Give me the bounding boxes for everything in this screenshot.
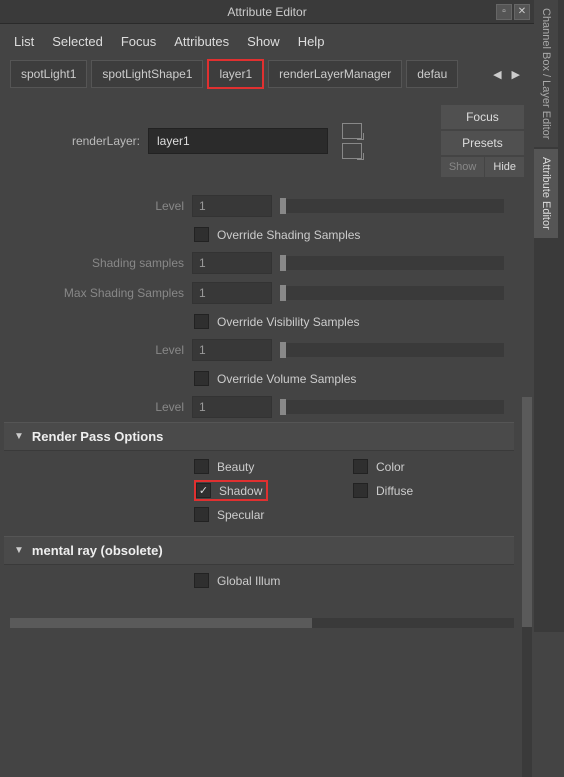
level2-input[interactable] (192, 339, 272, 361)
render-pass-section[interactable]: ▼ Render Pass Options (4, 422, 514, 451)
menu-help[interactable]: Help (298, 34, 325, 49)
tab-layer1[interactable]: layer1 (207, 59, 264, 89)
override-volume-checkbox[interactable] (194, 371, 209, 386)
horizontal-scrollbar[interactable] (10, 618, 514, 628)
layer-row: renderLayer: Focus Presets Show Hide (0, 89, 534, 187)
tab-default[interactable]: defau (406, 60, 458, 88)
tab-next-icon[interactable]: ▶ (508, 66, 524, 83)
max-shading-slider[interactable] (280, 286, 504, 300)
shading-samples-slider[interactable] (280, 256, 504, 270)
tab-spotlight1[interactable]: spotLight1 (10, 60, 87, 88)
level3-input[interactable] (192, 396, 272, 418)
color-label: Color (376, 460, 405, 474)
presets-button[interactable]: Presets (441, 131, 524, 155)
shadow-label: Shadow (219, 484, 262, 498)
window-title: Attribute Editor (227, 5, 306, 19)
specular-checkbox[interactable] (194, 507, 209, 522)
shading-samples-input[interactable] (192, 252, 272, 274)
global-illum-label: Global Illum (217, 574, 280, 588)
attributes-panel: Level Override Shading Samples Shading s… (0, 187, 518, 606)
override-volume-label: Override Volume Samples (217, 372, 356, 386)
layer-label: renderLayer: (10, 134, 140, 148)
beauty-checkbox[interactable] (194, 459, 209, 474)
override-visibility-checkbox[interactable] (194, 314, 209, 329)
level3-slider[interactable] (280, 400, 504, 414)
chevron-down-icon: ▼ (14, 431, 24, 442)
vertical-scrollbar[interactable] (522, 397, 532, 777)
chevron-down-icon: ▼ (14, 545, 24, 556)
side-tab-channel-box[interactable]: Channel Box / Layer Editor (534, 0, 558, 147)
override-visibility-label: Override Visibility Samples (217, 315, 360, 329)
side-tab-attribute-editor[interactable]: Attribute Editor (534, 149, 558, 238)
max-shading-label: Max Shading Samples (14, 286, 184, 300)
level3-label: Level (14, 400, 184, 414)
menu-show[interactable]: Show (247, 34, 280, 49)
layer-name-input[interactable] (148, 128, 328, 154)
close-icon[interactable]: ✕ (514, 4, 530, 20)
menu-bar: List Selected Focus Attributes Show Help (0, 24, 534, 59)
level2-slider[interactable] (280, 343, 504, 357)
override-shading-label: Override Shading Samples (217, 228, 360, 242)
menu-attributes[interactable]: Attributes (174, 34, 229, 49)
global-illum-checkbox[interactable] (194, 573, 209, 588)
beauty-label: Beauty (217, 460, 254, 474)
tab-bar: spotLight1 spotLightShape1 layer1 render… (0, 59, 534, 89)
tab-spotlightshape1[interactable]: spotLightShape1 (91, 60, 203, 88)
show-button[interactable]: Show (441, 157, 485, 177)
tab-prev-icon[interactable]: ◀ (489, 66, 505, 83)
level-slider[interactable] (280, 199, 504, 213)
level2-label: Level (14, 343, 184, 357)
in-connection-icon[interactable] (342, 123, 362, 139)
tab-renderlayermanager[interactable]: renderLayerManager (268, 60, 402, 88)
shading-samples-label: Shading samples (14, 256, 184, 270)
menu-focus[interactable]: Focus (121, 34, 156, 49)
shadow-checkbox[interactable] (196, 483, 211, 498)
diffuse-label: Diffuse (376, 484, 413, 498)
out-connection-icon[interactable] (342, 143, 362, 159)
color-checkbox[interactable] (353, 459, 368, 474)
render-pass-title: Render Pass Options (32, 429, 163, 444)
menu-list[interactable]: List (14, 34, 34, 49)
diffuse-checkbox[interactable] (353, 483, 368, 498)
level-label: Level (14, 199, 184, 213)
level-input[interactable] (192, 195, 272, 217)
mental-ray-section[interactable]: ▼ mental ray (obsolete) (4, 536, 514, 565)
title-bar: Attribute Editor ▫ ✕ (0, 0, 534, 24)
mental-ray-title: mental ray (obsolete) (32, 543, 163, 558)
hide-button[interactable]: Hide (485, 157, 524, 177)
specular-label: Specular (217, 508, 264, 522)
focus-button[interactable]: Focus (441, 105, 524, 129)
menu-selected[interactable]: Selected (52, 34, 103, 49)
max-shading-input[interactable] (192, 282, 272, 304)
restore-icon[interactable]: ▫ (496, 4, 512, 20)
override-shading-checkbox[interactable] (194, 227, 209, 242)
